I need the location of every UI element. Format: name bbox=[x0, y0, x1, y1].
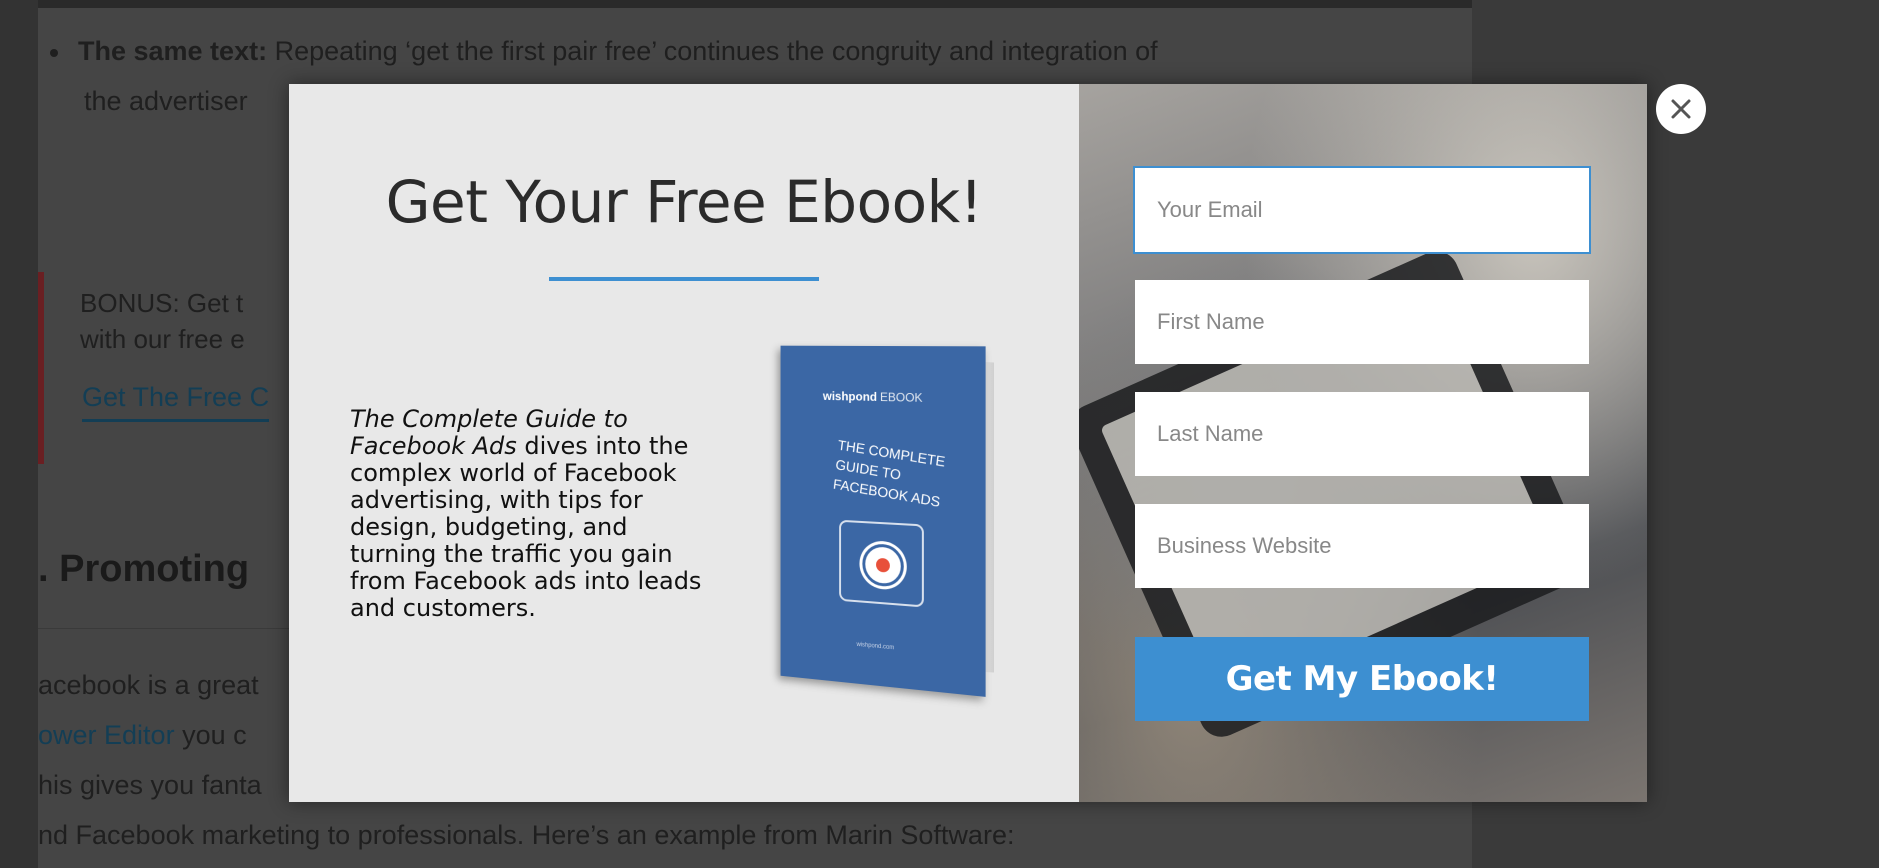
ebook-popup-modal: Get Your Free Ebook! The Complete Guide … bbox=[289, 84, 1647, 802]
bullet-dot bbox=[50, 48, 58, 57]
bonus-link[interactable]: Get The Free C bbox=[82, 382, 270, 422]
get-ebook-button[interactable]: Get My Ebook! bbox=[1135, 637, 1589, 721]
left-strip bbox=[0, 0, 38, 868]
bonus-text-line1: BONUS: Get t bbox=[80, 288, 244, 318]
bonus-text-line2: with our free e bbox=[80, 324, 245, 354]
close-icon bbox=[1671, 99, 1691, 119]
ebook-description-text: dives into the complex world of Facebook… bbox=[350, 432, 702, 622]
close-button[interactable] bbox=[1656, 84, 1706, 134]
ebook-description: The Complete Guide to Facebook Ads dives… bbox=[350, 406, 720, 622]
bullet-bold: The same text: bbox=[78, 36, 268, 66]
book-cover: wishpond EBOOK THE COMPLETE GUIDE TO FACE… bbox=[780, 345, 986, 697]
article-heading: . Promoting bbox=[38, 548, 250, 590]
article-paragraph-line4: nd Facebook marketing to professionals. … bbox=[38, 820, 1015, 850]
cover-brand: wishpond EBOOK bbox=[823, 389, 923, 405]
cover-footer: wishpond.com bbox=[856, 641, 895, 652]
cover-brand-suffix: EBOOK bbox=[880, 390, 923, 405]
modal-title: Get Your Free Ebook! bbox=[385, 168, 983, 236]
bullet-text: Repeating ‘get the first pair free’ cont… bbox=[267, 36, 1158, 66]
cover-brand-name: wishpond bbox=[822, 389, 878, 404]
bonus-box: BONUS: Get t with our free e bbox=[80, 285, 245, 357]
business-website-field[interactable] bbox=[1135, 504, 1589, 588]
bonus-accent-bar bbox=[38, 272, 44, 464]
modal-right-panel: Get My Ebook! bbox=[1079, 84, 1647, 802]
target-icon bbox=[839, 519, 924, 608]
paragraph-text: you c bbox=[174, 720, 247, 750]
cover-title: THE COMPLETE GUIDE TO FACEBOOK ADS bbox=[832, 436, 947, 510]
last-name-field[interactable] bbox=[1135, 392, 1589, 476]
article-bullet: The same text: Repeating ‘get the first … bbox=[50, 36, 1158, 67]
article-bullet-line2: the advertiser bbox=[84, 86, 248, 116]
article-paragraph-line3: his gives you fanta bbox=[38, 770, 262, 800]
title-underline bbox=[549, 277, 819, 281]
first-name-field[interactable] bbox=[1135, 280, 1589, 364]
ebook-cover-image: wishpond EBOOK THE COMPLETE GUIDE TO FACE… bbox=[776, 345, 1011, 697]
power-editor-link[interactable]: ower Editor bbox=[38, 720, 175, 750]
article-paragraph-line1: acebook is a great bbox=[38, 670, 259, 700]
modal-left-panel: Get Your Free Ebook! The Complete Guide … bbox=[289, 84, 1079, 802]
target-icon-center bbox=[862, 542, 904, 588]
article-paragraph-line2: ower Editor you c bbox=[38, 720, 247, 751]
email-field[interactable] bbox=[1135, 168, 1589, 252]
